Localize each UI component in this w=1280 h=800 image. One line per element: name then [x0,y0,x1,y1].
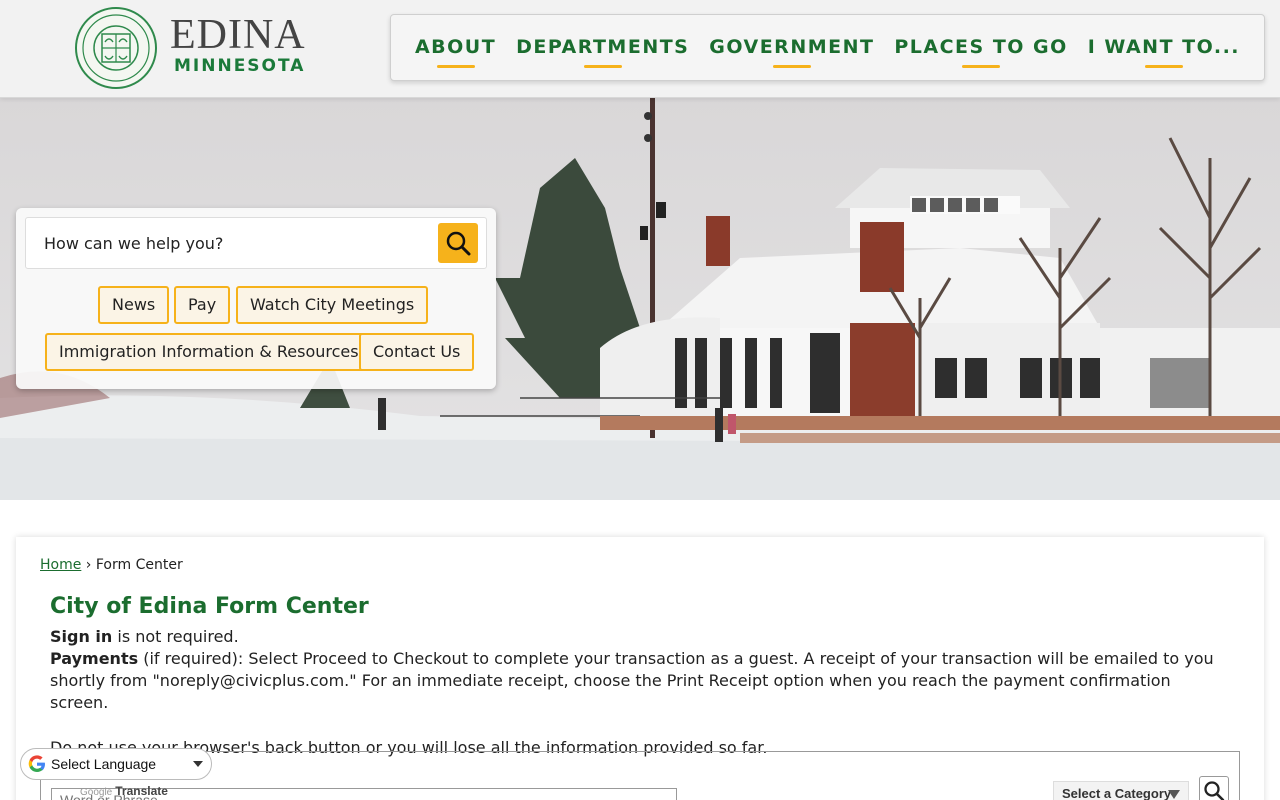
breadcrumb-current: Form Center [95,557,183,573]
category-select-label: Select a Category [1062,786,1172,800]
signin-note: Sign in is not required. [50,626,1230,648]
city-seal-icon [75,7,157,89]
help-search-input[interactable] [44,230,424,256]
main-nav: ABOUT DEPARTMENTS GOVERNMENT PLACES TO G… [390,14,1265,81]
nav-about[interactable]: ABOUT [415,36,496,68]
quick-link-pay[interactable]: Pay [174,286,231,324]
nav-government-label: GOVERNMENT [709,35,875,58]
help-search-field [25,217,487,269]
help-search-button[interactable] [438,223,478,263]
search-icon [446,231,471,256]
quick-link-watch-meetings[interactable]: Watch City Meetings [236,286,429,324]
nav-underline [436,64,475,68]
signin-text: is not required. [112,627,239,646]
site-logo[interactable]: EDINA MINNESOTA [74,6,306,90]
signin-bold: Sign in [50,627,113,646]
nav-i-want-to[interactable]: I WANT TO... [1088,36,1240,68]
nav-underline [962,64,1001,68]
nav-government[interactable]: GOVERNMENT [709,36,874,68]
google-g-icon [28,755,45,772]
form-search-panel: Select a Category [40,751,1240,800]
search-icon [1204,781,1225,800]
breadcrumb: Home › Form Center [40,557,183,573]
category-select[interactable]: Select a Category [1053,781,1189,800]
language-select-label: Select Language [51,756,157,772]
page-title: City of Edina Form Center [50,594,369,619]
site-header: EDINA MINNESOTA ABOUT DEPARTMENTS GOVERN… [0,0,1280,98]
nav-places-label: PLACES TO GO [894,35,1068,58]
form-center-instructions: Sign in is not required. Payments (if re… [50,626,1230,759]
form-search-button[interactable] [1199,776,1229,800]
nav-departments-label: DEPARTMENTS [516,35,690,58]
nav-departments[interactable]: DEPARTMENTS [516,36,689,68]
chevron-down-icon [193,761,203,767]
translate-link: Translate [115,784,168,798]
nav-i-want-to-label: I WANT TO... [1087,35,1241,58]
powered-by-google: Google [80,787,113,798]
quick-link-contact-us[interactable]: Contact Us [359,333,475,371]
payments-bold: Payments [50,649,139,668]
nav-about-label: ABOUT [414,35,497,58]
breadcrumb-home-link[interactable]: Home [40,557,81,573]
help-search-panel: News Pay Watch City Meetings Immigration… [16,208,496,389]
quick-link-news[interactable]: News [98,286,170,324]
city-wordmark: EDINA MINNESOTA [170,12,306,77]
language-select[interactable]: Select Language [20,748,212,780]
nav-underline [583,64,622,68]
nav-underline [1144,64,1183,68]
nav-places-to-go[interactable]: PLACES TO GO [894,36,1067,68]
chevron-down-icon [1168,790,1180,799]
logo-city: EDINA [170,12,306,58]
payments-note: Payments (if required): Select Proceed t… [50,648,1230,714]
payments-text: (if required): Select Proceed to Checkou… [50,649,1214,712]
nav-underline [772,64,811,68]
quick-link-immigration[interactable]: Immigration Information & Resources [45,333,373,371]
powered-by-google-translate[interactable]: Google Translate [80,784,168,798]
logo-state: MINNESOTA [174,56,306,76]
breadcrumb-separator: › [85,557,92,573]
